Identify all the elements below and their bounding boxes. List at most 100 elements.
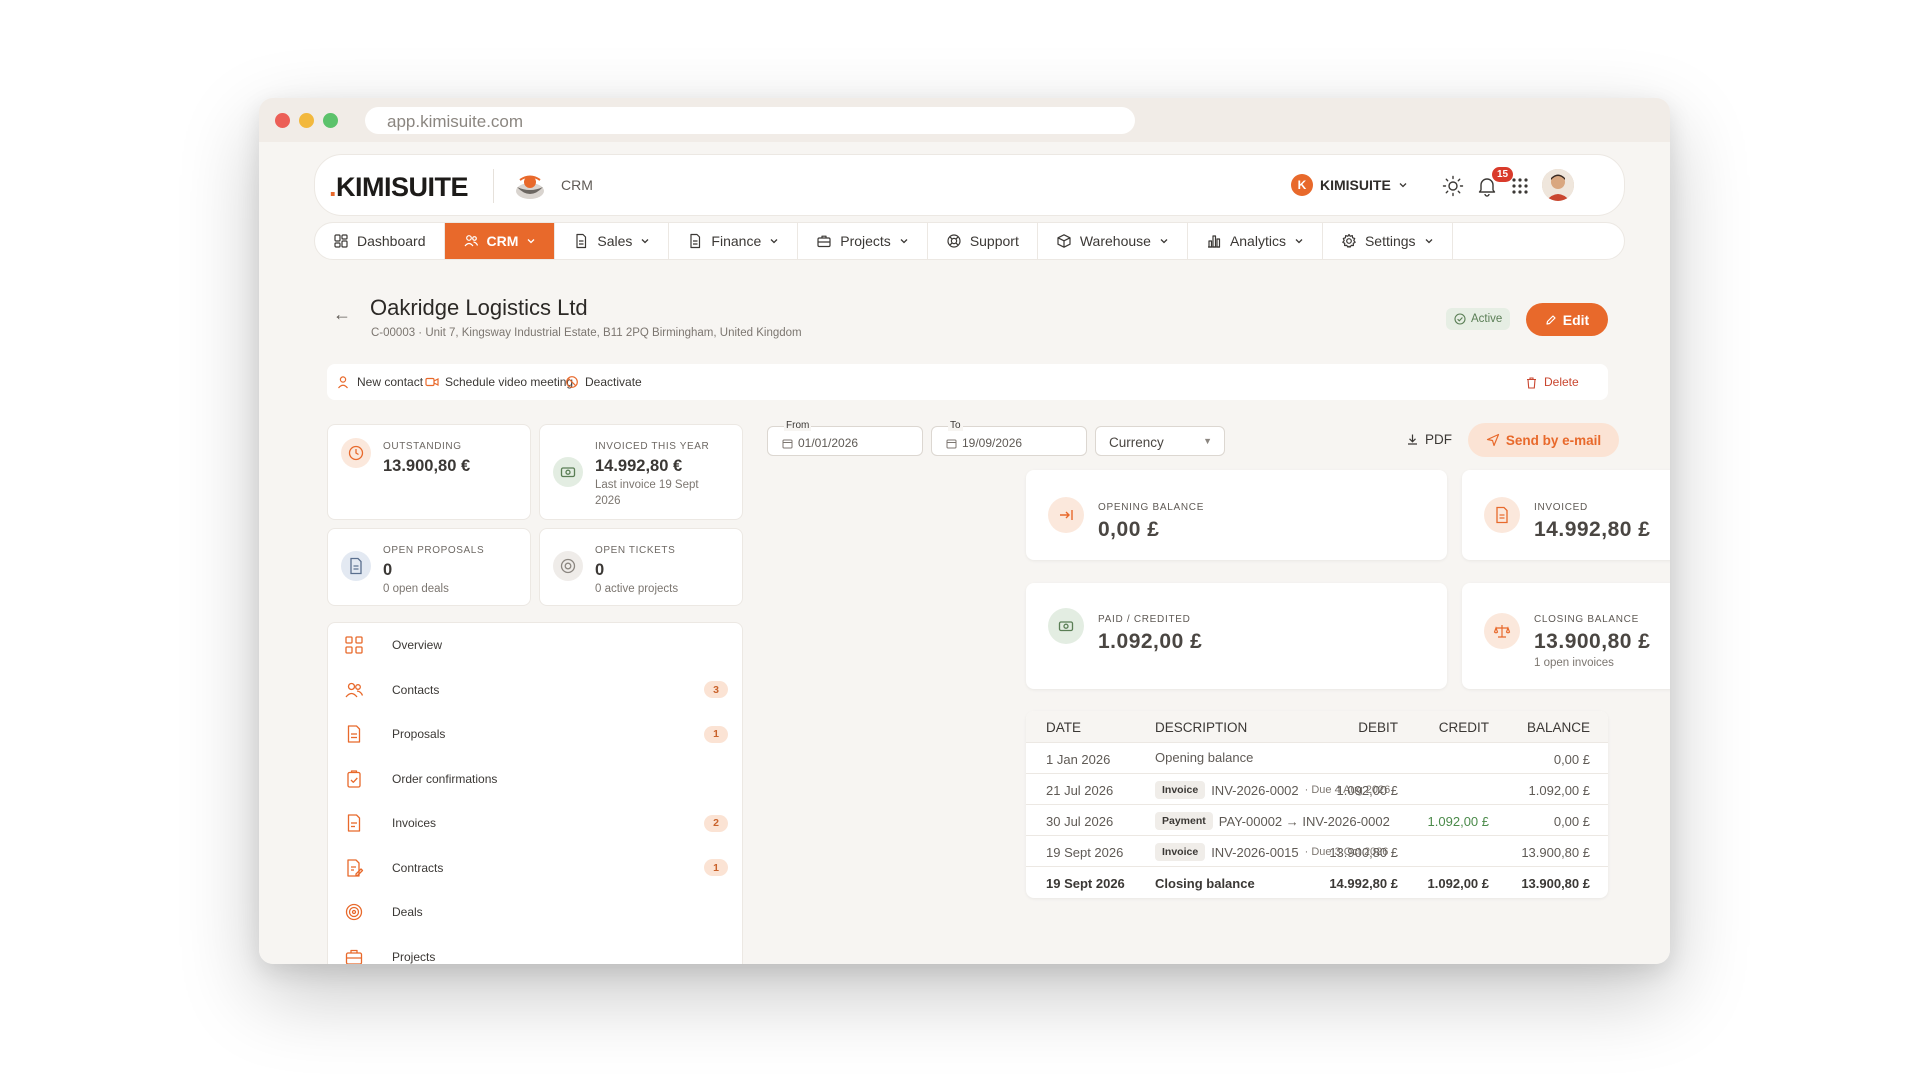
row-credit: 1.092,00 £ <box>1427 814 1489 829</box>
clock-money-icon <box>341 438 371 468</box>
column-header-credit[interactable]: CREDIT <box>1439 720 1489 735</box>
total-debit: 14.992,80 £ <box>1329 876 1398 891</box>
trash-icon <box>1527 376 1536 389</box>
row-description[interactable]: Payment PAY-00002 → INV-2026-0002 <box>1155 812 1390 830</box>
close-window-button[interactable] <box>275 113 290 128</box>
nav-dashboard[interactable]: Dashboard <box>315 223 445 259</box>
total-date: 19 Sept 2026 <box>1046 876 1125 891</box>
invoiced-this-year-card: INVOICED THIS YEAR 14.992,80 € Last invo… <box>539 424 743 520</box>
gear-icon <box>1342 233 1356 248</box>
nav-crm[interactable]: CRM <box>444 223 556 259</box>
browser-chrome: app.kimisuite.com <box>259 98 1670 142</box>
open-tickets-card: OPEN TICKETS 0 0 active projects <box>539 528 743 606</box>
new-contact-button[interactable]: New contact <box>337 375 423 389</box>
pencil-icon <box>1546 314 1556 325</box>
lifebuoy-icon <box>553 551 583 581</box>
menu-item-contracts[interactable]: Contracts 1 <box>328 846 742 890</box>
calendar-icon <box>946 439 957 448</box>
apps-grid-icon[interactable] <box>1508 174 1532 198</box>
currency-select[interactable]: Currency ▼ <box>1095 426 1225 456</box>
menu-item-order-confirmations[interactable]: Order confirmations <box>328 757 742 801</box>
row-description: Opening balance <box>1155 750 1253 765</box>
menu-item-contacts[interactable]: Contacts 3 <box>328 668 742 712</box>
column-header-description[interactable]: DESCRIPTION <box>1155 720 1247 735</box>
row-date: 21 Jul 2026 <box>1046 783 1114 798</box>
row-balance: 0,00 £ <box>1553 814 1590 829</box>
deactivate-button[interactable]: Deactivate <box>565 375 642 389</box>
nav-settings[interactable]: Settings <box>1323 223 1453 259</box>
nav-analytics[interactable]: Analytics <box>1188 223 1323 259</box>
back-arrow-icon[interactable]: ← <box>333 304 351 325</box>
users-icon <box>464 235 478 247</box>
crm-module-icon <box>516 175 544 199</box>
menu-item-invoices[interactable]: Invoices 2 <box>328 801 742 845</box>
invoice-icon <box>1484 497 1520 533</box>
table-row: 21 Jul 2026 Invoice INV-2026-0002 · Due 4 A… <box>1026 774 1608 805</box>
kimisuite-logo[interactable]: .KIMISUITE <box>329 172 469 203</box>
menu-item-label: Projects <box>392 949 436 964</box>
row-description-text: PAY-00002 → INV-2026-0002 <box>1218 813 1390 829</box>
menu-item-label: Contacts <box>392 682 440 697</box>
invoiced-card: INVOICED 14.992,80 £ <box>1462 470 1670 560</box>
nav-label: Settings <box>1364 233 1416 249</box>
invoices-icon <box>347 814 361 832</box>
pdf-button[interactable]: PDF <box>1406 432 1452 447</box>
sun-icon[interactable] <box>1441 174 1465 198</box>
order-confirmations-icon <box>347 769 361 788</box>
from-date-field[interactable]: From 01/01/2026 <box>767 420 923 456</box>
menu-item-proposals[interactable]: Proposals 1 <box>328 712 742 756</box>
send-by-email-button[interactable]: Send by e-mail <box>1468 423 1619 457</box>
arrow-right-to-line-icon <box>1048 497 1084 533</box>
organization-switcher[interactable]: K KIMISUITE <box>1291 174 1408 196</box>
nav-support[interactable]: Support <box>928 223 1038 259</box>
table-row: 19 Sept 2026 Invoice INV-2026-0015 · Due 3 … <box>1026 836 1608 867</box>
page-title: Oakridge Logistics Ltd <box>370 295 588 320</box>
menu-item-label: Invoices <box>392 816 437 830</box>
document-icon <box>576 233 587 249</box>
opening-balance-card: OPENING BALANCE 0,00 £ <box>1026 470 1447 560</box>
row-description-text: INV-2026-0002 <box>1211 782 1299 798</box>
count-badge: 1 <box>704 725 728 743</box>
column-header-debit[interactable]: DEBIT <box>1358 720 1398 735</box>
account-statement-table: DATE DESCRIPTION DEBIT CREDIT BALANCE 1 Jan 2… <box>1026 711 1608 898</box>
maximize-window-button[interactable] <box>323 113 338 128</box>
nav-sales[interactable]: Sales <box>555 223 670 259</box>
closing-balance-card: CLOSING BALANCE 13.900,80 £ 1 open invoi… <box>1462 583 1670 689</box>
nav-label: CRM <box>486 233 519 249</box>
nav-label: Analytics <box>1229 233 1286 249</box>
delete-button[interactable]: Delete <box>1525 375 1579 389</box>
chevron-down-icon <box>900 239 908 244</box>
document-icon <box>690 233 701 249</box>
paid-credited-card: PAID / CREDITED 1.092,00 £ <box>1026 583 1447 689</box>
minimize-window-button[interactable] <box>299 113 314 128</box>
document-type-tag: Invoice <box>1155 843 1206 861</box>
column-header-date[interactable]: DATE <box>1046 720 1081 735</box>
address-bar[interactable]: app.kimisuite.com <box>365 107 1135 134</box>
browser-window: app.kimisuite.com .KIMISUITE CRM K KIMIS… <box>259 98 1670 964</box>
table-total-row: 19 Sept 2026 Closing balance 14.992,80 £ 1.… <box>1026 867 1608 898</box>
projects-icon <box>345 949 363 964</box>
nav-projects[interactable]: Projects <box>798 223 928 259</box>
user-avatar[interactable] <box>1542 169 1574 201</box>
nav-label: Support <box>969 233 1019 249</box>
menu-item-overview[interactable]: Overview <box>328 623 742 667</box>
column-header-balance[interactable]: BALANCE <box>1527 720 1590 735</box>
to-date-field[interactable]: To 19/09/2026 <box>931 420 1087 456</box>
ban-icon <box>566 376 578 388</box>
nav-label: Sales <box>597 233 633 249</box>
count-badge: 1 <box>704 859 728 876</box>
row-balance: 13.900,80 £ <box>1521 845 1590 860</box>
dashboard-icon <box>334 234 348 248</box>
edit-button[interactable]: Edit <box>1526 303 1608 336</box>
menu-item-deals[interactable]: Deals <box>328 890 742 934</box>
org-avatar: K <box>1291 174 1313 196</box>
table-header: DATE DESCRIPTION DEBIT CREDIT BALANCE <box>1026 711 1608 743</box>
nav-warehouse[interactable]: Warehouse <box>1038 223 1188 259</box>
check-circle-icon <box>1454 313 1466 325</box>
chevron-down-icon <box>527 239 535 244</box>
menu-item-projects[interactable]: Projects <box>328 935 742 964</box>
menu-item-label: Contracts <box>392 860 444 875</box>
schedule-video-meeting-button[interactable]: Schedule video meeting <box>425 375 573 389</box>
contacts-icon <box>345 682 364 697</box>
nav-finance[interactable]: Finance <box>669 223 799 259</box>
